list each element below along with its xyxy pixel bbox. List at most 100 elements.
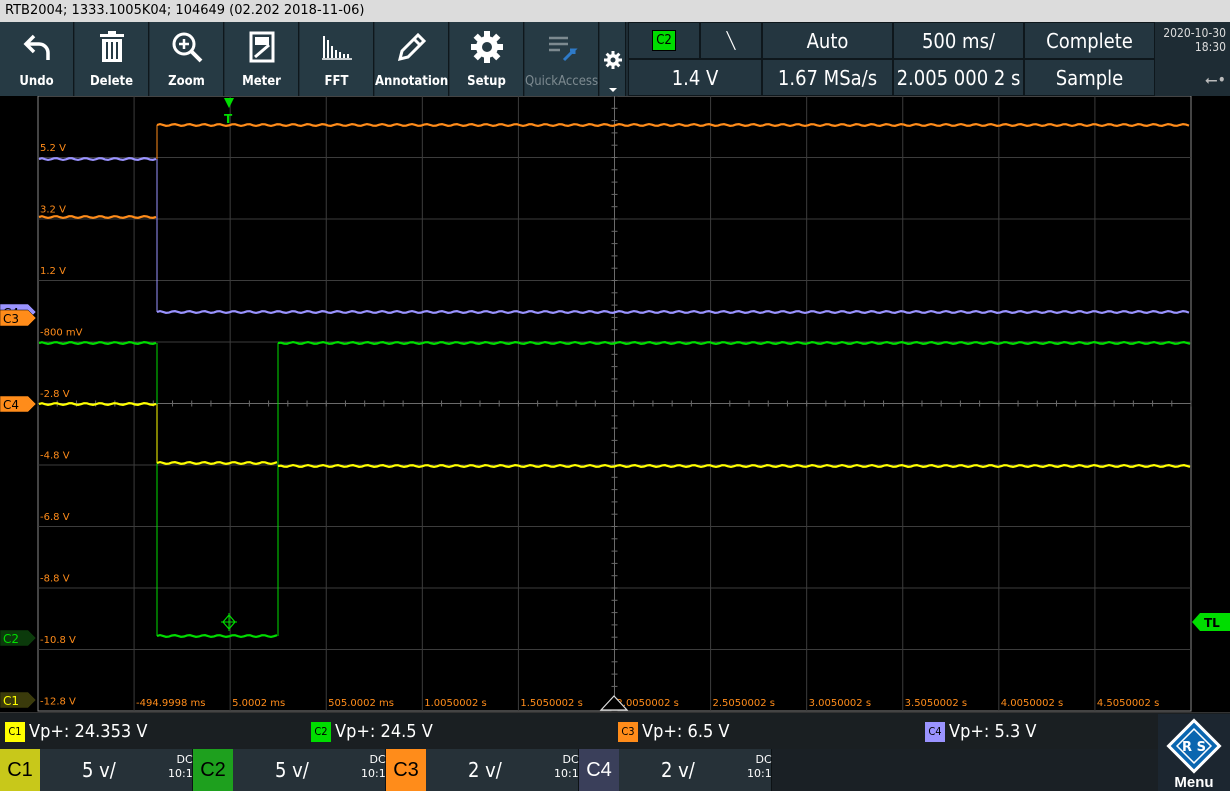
channel-c3-tab[interactable]: C3 — [386, 749, 426, 791]
zoom-icon — [150, 30, 223, 64]
menu-button[interactable]: R S Menu — [1158, 714, 1230, 791]
waveform-canvas[interactable]: 5.2 V 3.2 V 1.2 V -800 mV -2.8 V -4.8 V -6.8 V… — [0, 96, 1230, 712]
trigger-mode-button[interactable]: Auto — [762, 22, 893, 59]
trigger-level-button[interactable]: 1.4 V — [628, 59, 762, 96]
acquisition-status-button[interactable]: Complete — [1024, 22, 1155, 59]
usb-icon: ⭠• — [1204, 70, 1226, 89]
quickaccess-icon — [525, 30, 598, 64]
channel-c4-scale[interactable]: 2 v/ DC 10:1 — [619, 749, 772, 791]
trigger-marker-label: T — [224, 112, 233, 126]
measurement-c3-value: Vp+: 6.5 V — [642, 721, 730, 742]
x-axis-label: 3.0050002 s — [809, 698, 871, 709]
c4-trace — [38, 157, 157, 162]
delete-button[interactable]: Delete — [75, 22, 149, 96]
channel-c4-tab[interactable]: C4 — [579, 749, 619, 791]
acquisition-mode-button[interactable]: Sample — [1024, 59, 1155, 96]
y-axis-label: -12.8 V — [40, 697, 76, 708]
channel-c3-coupling-value: DC — [562, 753, 579, 766]
trigger-slope-button[interactable]: ╲ — [700, 22, 762, 59]
channel-c2-scale-value: 5 v/ — [275, 758, 309, 782]
channel-c2-tab[interactable]: C2 — [193, 749, 233, 791]
undo-label: Undo — [19, 74, 54, 89]
channel-c2-coupling-value: DC — [369, 753, 386, 766]
c3-tag: C3 — [618, 722, 638, 742]
y-axis-label: -6.8 V — [40, 512, 70, 523]
c1-offset-marker-label: C1 — [3, 694, 19, 708]
channel-c4-coupling: DC 10:1 — [747, 753, 772, 781]
setup-label: Setup — [467, 74, 506, 89]
c2-tag: C2 — [311, 722, 331, 742]
x-axis-label: 5.0002 ms — [232, 698, 285, 709]
channel-c1-coupling: DC 10:1 — [168, 753, 193, 781]
toolbar: Undo Delete Zoom Meter FFT Annotation Se… — [0, 22, 1230, 96]
trigger-source-badge: C2 — [652, 30, 676, 51]
y-axis-label: -4.8 V — [40, 451, 70, 462]
channel-c1-scale[interactable]: 5 v/ DC 10:1 — [40, 749, 193, 791]
acquisition-mode-value: Sample — [1055, 65, 1124, 90]
quickaccess-button[interactable]: QuickAccess — [525, 22, 599, 96]
y-axis-label: -2.8 V — [40, 389, 70, 400]
meter-button[interactable]: Meter — [225, 22, 299, 96]
channel-c3-probe: 10:1 — [554, 767, 579, 780]
timebase-value: 500 ms/ — [921, 28, 996, 53]
x-axis-label: -494.9998 ms — [136, 698, 205, 709]
channel-c1-scale-value: 5 v/ — [82, 758, 116, 782]
c3-offset-marker-label: C3 — [3, 312, 19, 326]
gear-icon — [450, 30, 523, 64]
trash-icon — [75, 30, 148, 64]
quickaccess-label: QuickAccess — [525, 74, 599, 89]
channel-c1-tab[interactable]: C1 — [0, 749, 40, 791]
channel-c2-probe: 10:1 — [361, 767, 386, 780]
setup-button[interactable]: Setup — [450, 22, 524, 96]
measurement-c3[interactable]: C3 Vp+: 6.5 V — [618, 720, 730, 744]
trigger-source-button[interactable]: C2 — [628, 22, 700, 59]
horizontal-position-button[interactable]: 2.005 000 2 s — [893, 59, 1024, 96]
delete-label: Delete — [89, 74, 134, 89]
zoom-label: Zoom — [168, 74, 205, 89]
y-axis-label: -8.8 V — [40, 574, 70, 585]
zoom-button[interactable]: Zoom — [150, 22, 224, 96]
measurement-c4[interactable]: C4 Vp+: 5.3 V — [925, 720, 1037, 744]
y-axis-label: 3.2 V — [40, 205, 66, 216]
trigger-mode-value: Auto — [806, 28, 849, 53]
c2-trace — [277, 340, 1191, 346]
c1-tag: C1 — [5, 722, 25, 742]
measurement-c4-value: Vp+: 5.3 V — [949, 721, 1037, 742]
falling-edge-icon: ╲ — [726, 31, 736, 50]
menu-label: Menu — [1174, 774, 1214, 791]
channel-c4-probe: 10:1 — [747, 767, 772, 780]
trigger-position-icon — [224, 98, 234, 108]
measurement-c2[interactable]: C2 Vp+: 24.5 V — [311, 720, 433, 744]
small-gear-icon — [604, 51, 622, 92]
pencil-icon — [375, 30, 448, 64]
waveform-display[interactable]: 5.2 V 3.2 V 1.2 V -800 mV -2.8 V -4.8 V -6.8 V… — [0, 96, 1230, 712]
meter-label: Meter — [242, 74, 281, 89]
x-axis-label: 2.5050002 s — [713, 698, 775, 709]
sample-rate-button[interactable]: 1.67 MSa/s — [762, 59, 893, 96]
channel-c2-scale[interactable]: 5 v/ DC 10:1 — [233, 749, 386, 791]
channel-c3-coupling: DC 10:1 — [554, 753, 579, 781]
y-axis-label: -800 mV — [40, 328, 83, 339]
channel-c3-scale[interactable]: 2 v/ DC 10:1 — [426, 749, 579, 791]
fft-icon — [300, 30, 373, 64]
horizontal-position-value: 2.005 000 2 s — [896, 65, 1021, 90]
acquisition-status-value: Complete — [1046, 28, 1133, 53]
c3-trace — [156, 122, 1190, 128]
channel-c4-scale-value: 2 v/ — [661, 758, 695, 782]
measurement-c1-value: Vp+: 24.353 V — [29, 721, 148, 742]
toolbar-settings-button[interactable] — [600, 22, 626, 96]
date-text: 2020-10-30 — [1163, 26, 1226, 40]
x-axis-label: 505.0002 ms — [328, 698, 394, 709]
annotation-button[interactable]: Annotation — [375, 22, 449, 96]
c1-trace — [156, 460, 278, 466]
c1-trace — [277, 463, 1191, 469]
timebase-button[interactable]: 500 ms/ — [893, 22, 1024, 59]
measurement-c1[interactable]: C1 Vp+: 24.353 V — [5, 720, 147, 744]
trigger-level-label: TL — [1204, 616, 1220, 630]
fft-button[interactable]: FFT — [300, 22, 374, 96]
undo-button[interactable]: Undo — [0, 22, 74, 96]
c4-trace — [156, 309, 1190, 315]
date-time: 2020-10-30 18:30 ⭠• — [1158, 22, 1230, 96]
time-text: 18:30 — [1194, 40, 1226, 54]
x-axis-label: 4.5050002 s — [1097, 698, 1159, 709]
